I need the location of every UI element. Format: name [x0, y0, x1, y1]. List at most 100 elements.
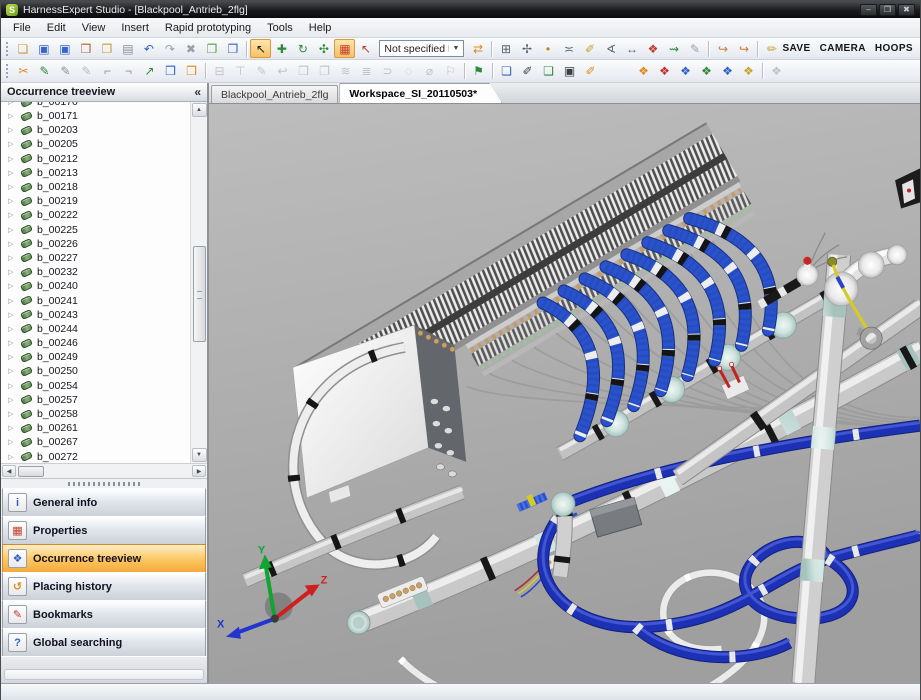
toolbar-button[interactable]: ↶ [138, 39, 159, 58]
expander-icon[interactable]: ▷ [8, 438, 16, 446]
toolbar-button[interactable]: ✖ [180, 39, 201, 58]
toolbar-button[interactable]: ⇝ [663, 39, 684, 58]
toolbar-button[interactable]: ↔ [621, 39, 642, 58]
toolbar-button[interactable]: ❖ [633, 62, 654, 81]
render-mode-label[interactable]: HOOPS [875, 43, 913, 54]
toolbar-button[interactable]: ↖ [355, 39, 376, 58]
toolbar-button[interactable]: ✎ [684, 39, 705, 58]
chevron-down-icon[interactable]: ▼ [448, 45, 460, 52]
tree-item[interactable]: ▷ b_00250 [1, 364, 190, 378]
toolbar-button[interactable]: ↖ [250, 39, 271, 58]
tree-item[interactable]: ▷ b_00261 [1, 421, 190, 435]
expander-icon[interactable]: ▷ [8, 282, 16, 290]
expander-icon[interactable]: ▷ [8, 453, 16, 461]
toolbar-button[interactable]: ⚑ [468, 62, 489, 81]
scrollbar-thumb[interactable] [18, 466, 44, 477]
collapse-panel-button[interactable]: « [194, 86, 201, 98]
toolbar-button[interactable]: ✣ [313, 39, 334, 58]
scrollbar-thumb[interactable] [193, 246, 206, 342]
toolbar-button[interactable]: ↪ [712, 39, 733, 58]
toolbar-button[interactable]: ❖ [675, 62, 696, 81]
toolbar-button[interactable]: ↻ [292, 39, 313, 58]
toolbar-grip[interactable] [6, 42, 9, 56]
tree-item[interactable]: ▷ b_00232 [1, 265, 190, 279]
sidebar-nav-button[interactable]: ✎ Bookmarks [2, 600, 206, 629]
toolbar-button[interactable]: ❏ [538, 62, 559, 81]
tab-blackpool-antrieb[interactable]: Blackpool_Antrieb_2flg [211, 85, 338, 103]
toolbar-button[interactable]: ❒ [75, 39, 96, 58]
tree-item[interactable]: ▷ b_00222 [1, 208, 190, 222]
tree-item[interactable]: ▷ b_00246 [1, 336, 190, 350]
expander-icon[interactable]: ▷ [8, 410, 16, 418]
expander-icon[interactable]: ▷ [8, 211, 16, 219]
toolbar-button[interactable]: ▦ [334, 39, 355, 58]
toolbar-button[interactable]: ❐ [201, 39, 222, 58]
expander-icon[interactable]: ▷ [8, 268, 16, 276]
menu-item[interactable]: Edit [39, 20, 74, 36]
tree-item-partial[interactable]: ▷ b_00170 [1, 102, 190, 109]
expander-icon[interactable]: ▷ [8, 353, 16, 361]
toolbar-button[interactable]: ❒ [160, 62, 181, 81]
expander-icon[interactable]: ▷ [8, 140, 16, 148]
toolbar-button[interactable]: ¬ [118, 62, 139, 81]
tree-item[interactable]: ▷ b_00225 [1, 223, 190, 237]
expander-icon[interactable]: ▷ [8, 197, 16, 205]
expander-icon[interactable]: ▷ [8, 325, 16, 333]
3d-viewport-canvas[interactable]: Y Z X [209, 104, 920, 683]
toolbar-button[interactable]: ❏ [12, 39, 33, 58]
toolbar-button[interactable]: ❒ [181, 62, 202, 81]
tree-item[interactable]: ▷ b_00249 [1, 350, 190, 364]
scroll-right-button[interactable]: ▶ [192, 465, 206, 477]
tree-item[interactable]: ▷ b_00212 [1, 152, 190, 166]
toolbar-button[interactable]: ❖ [696, 62, 717, 81]
toolbar-button[interactable]: ❖ [738, 62, 759, 81]
expander-icon[interactable]: ▷ [8, 112, 16, 120]
sidebar-nav-button[interactable]: ▦ Properties [2, 516, 206, 545]
tree-item[interactable]: ▷ b_00243 [1, 308, 190, 322]
tree-item[interactable]: ▷ b_00244 [1, 322, 190, 336]
menu-item[interactable]: Help [301, 20, 340, 36]
tree-item[interactable]: ▷ b_00205 [1, 137, 190, 151]
toolbar-button[interactable]: ▣ [33, 39, 54, 58]
expander-icon[interactable]: ▷ [8, 367, 16, 375]
tree-item[interactable]: ▷ b_00240 [1, 279, 190, 293]
scroll-up-button[interactable]: ▲ [192, 103, 207, 117]
toolbar-button[interactable]: ❐ [222, 39, 243, 58]
tree-item[interactable]: ▷ b_00254 [1, 379, 190, 393]
toolbar-button[interactable]: ✏ [761, 39, 782, 58]
toolbar-button[interactable]: ❒ [96, 39, 117, 58]
menu-item[interactable]: Rapid prototyping [157, 20, 259, 36]
toolbar-button[interactable]: ✎ [76, 62, 97, 81]
expander-icon[interactable]: ▷ [8, 297, 16, 305]
expander-icon[interactable]: ▷ [8, 240, 16, 248]
expander-icon[interactable]: ▷ [8, 396, 16, 404]
toolbar-button[interactable]: ❖ [654, 62, 675, 81]
tree-vertical-scrollbar[interactable]: ▲ ▼ [190, 102, 207, 463]
toolbar-button[interactable]: ✚ [271, 39, 292, 58]
render-mode-label[interactable]: SAVE [782, 43, 810, 54]
toolbar-button[interactable]: ↗ [139, 62, 160, 81]
expander-icon[interactable]: ▷ [8, 155, 16, 163]
toolbar-button[interactable]: ❏ [496, 62, 517, 81]
window-control-button[interactable]: ✖ [898, 4, 915, 16]
tree-item[interactable]: ▷ b_00226 [1, 237, 190, 251]
sidebar-nav-button[interactable]: i General info [2, 488, 206, 517]
expander-icon[interactable]: ▷ [8, 102, 16, 106]
scroll-left-button[interactable]: ◀ [2, 465, 16, 477]
tree-item[interactable]: ▷ b_00171 [1, 109, 190, 123]
toolbar-button[interactable]: ✐ [517, 62, 538, 81]
tab-workspace[interactable]: Workspace_SI_20110503* [339, 83, 502, 103]
expander-icon[interactable]: ▷ [8, 226, 16, 234]
tree-horizontal-scrollbar[interactable]: ◀ ▶ [1, 464, 207, 479]
sidebar-nav-button[interactable]: ❖ Occurrence treeview [2, 544, 206, 573]
toolbar-button[interactable]: ▤ [117, 39, 138, 58]
menu-item[interactable]: View [74, 20, 114, 36]
toolbar-button[interactable]: ✂ [13, 62, 34, 81]
sidebar-nav-button[interactable]: ? Global searching [2, 628, 206, 657]
selection-mode-combobox[interactable]: Not specified ▼ [379, 40, 464, 57]
tree-item[interactable]: ▷ b_00258 [1, 407, 190, 421]
toolbar-button[interactable]: • [537, 39, 558, 58]
toolbar-button[interactable]: ✎ [34, 62, 55, 81]
tree-item[interactable]: ▷ b_00218 [1, 180, 190, 194]
toolbar-button[interactable]: ✐ [580, 62, 601, 81]
